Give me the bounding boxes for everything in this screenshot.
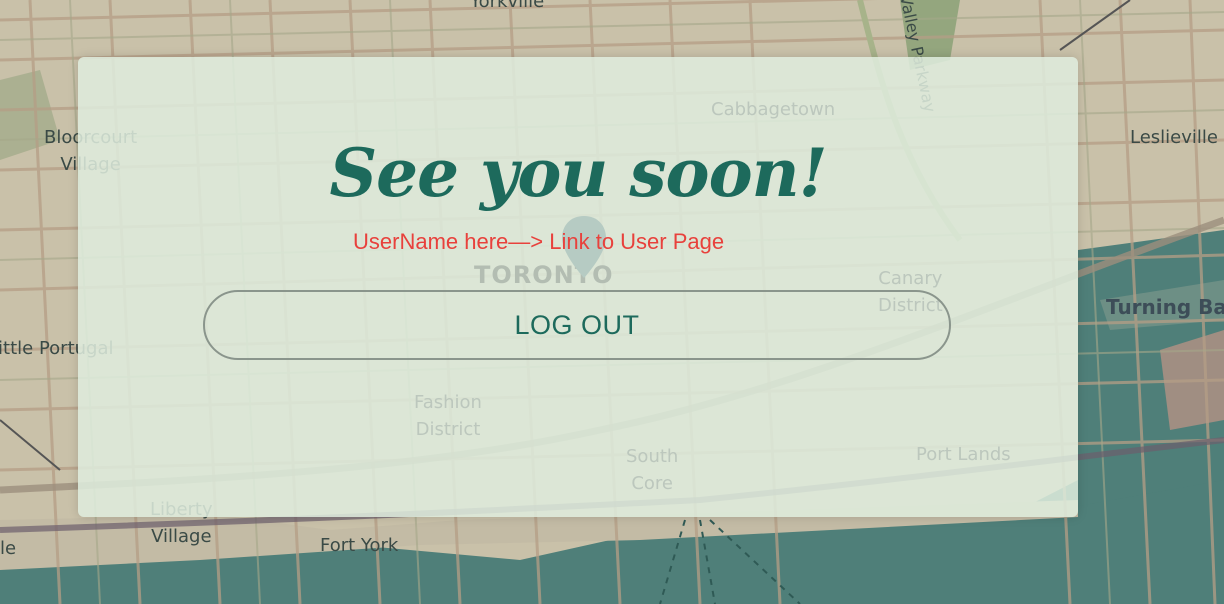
map-label-south-core: South Core — [626, 446, 679, 494]
map-label-edge-left: le — [0, 538, 17, 559]
logout-button[interactable]: LOG OUT — [203, 290, 951, 360]
farewell-title: See you soon! — [329, 134, 827, 212]
map-label-leslieville: Leslieville — [1130, 127, 1218, 148]
map-label-fort-york: Fort York — [320, 535, 399, 556]
map-label-yorkville: Yorkville — [470, 0, 545, 12]
user-page-link[interactable]: UserName here—> Link to User Page — [353, 229, 724, 255]
map-label-turning-basin: Turning Basin — [1106, 295, 1224, 319]
map-label-cabbagetown: Cabbagetown — [711, 99, 836, 120]
map-label-fashion-district: Fashion District — [414, 392, 482, 440]
map-label-port-lands: Port Lands — [916, 444, 1011, 465]
logout-modal: Cabbagetown TORONTO Canary District Fash… — [78, 57, 1078, 517]
